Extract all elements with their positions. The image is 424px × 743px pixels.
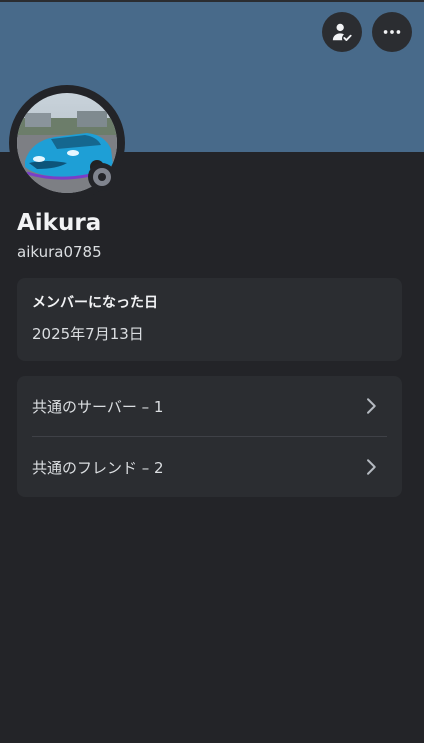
mutual-card: 共通のサーバー – 1 共通のフレンド – 2 <box>17 376 402 497</box>
more-horizontal-icon <box>383 30 401 34</box>
member-since-card: メンバーになった日 2025年7月13日 <box>17 278 402 361</box>
user-profile-panel: Aikura aikura0785 メンバーになった日 2025年7月13日 共… <box>0 0 424 743</box>
member-since-date: 2025年7月13日 <box>32 325 144 343</box>
chevron-right-icon <box>367 459 376 475</box>
friend-check-icon <box>332 23 352 41</box>
mutual-friends-label: 共通のフレンド – 2 <box>32 458 164 477</box>
mutual-friends-row[interactable]: 共通のフレンド – 2 <box>17 437 402 497</box>
mutual-servers-row[interactable]: 共通のサーバー – 1 <box>17 376 402 436</box>
chevron-right-icon <box>367 398 376 414</box>
username: aikura0785 <box>17 243 102 261</box>
display-name: Aikura <box>17 210 102 236</box>
friend-status-button[interactable] <box>322 12 362 52</box>
more-options-button[interactable] <box>372 12 412 52</box>
offline-status-icon <box>93 168 111 186</box>
member-since-title: メンバーになった日 <box>32 295 158 311</box>
mutual-servers-label: 共通のサーバー – 1 <box>32 397 164 416</box>
